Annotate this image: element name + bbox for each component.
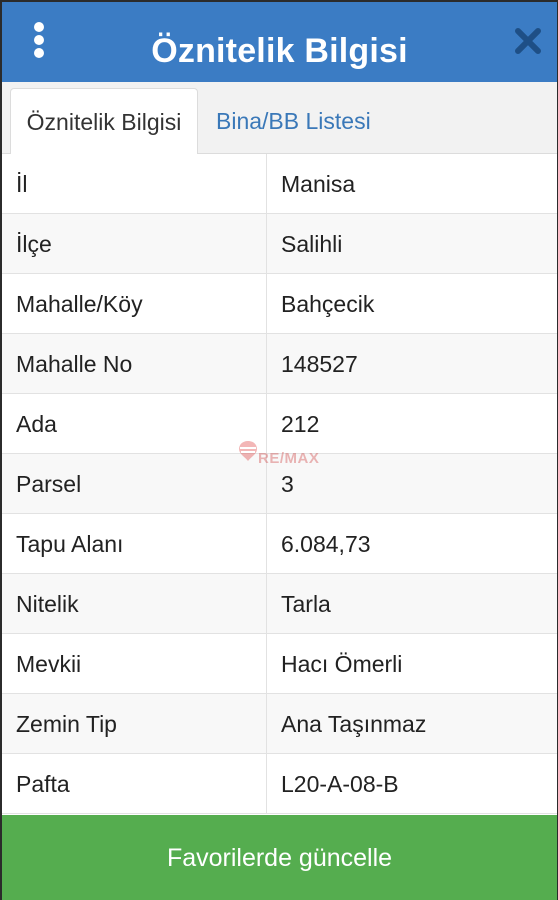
- table-row: Tapu Alanı 6.084,73: [2, 514, 557, 574]
- attribute-value: 148527: [266, 334, 557, 393]
- attribute-value: Hacı Ömerli: [266, 634, 557, 693]
- attribute-value: Tarla: [266, 574, 557, 633]
- attribute-key: İl: [16, 171, 28, 197]
- attribute-key: Mahalle No: [16, 351, 133, 377]
- attribute-key: Ada: [16, 411, 57, 437]
- attribute-value: Manisa: [266, 154, 557, 213]
- attribute-value: 3: [266, 454, 557, 513]
- page-title: Öznitelik Bilgisi: [151, 32, 408, 70]
- attribute-value: Ana Taşınmaz: [266, 694, 557, 753]
- attribute-key: Mevkii: [16, 651, 82, 677]
- attribute-value: 6.084,73: [266, 514, 557, 573]
- table-row: Parsel 3: [2, 454, 557, 514]
- attribute-key: Zemin Tip: [16, 711, 117, 737]
- attribute-panel: Öznitelik Bilgisi Öznitelik Bilgisi Bina…: [2, 2, 557, 900]
- tab-building-list[interactable]: Bina/BB Listesi: [202, 88, 385, 154]
- table-row: İlçe Salihli: [2, 214, 557, 274]
- attribute-key: Nitelik: [16, 591, 79, 617]
- update-favorites-button[interactable]: Favorilerde güncelle: [2, 815, 557, 900]
- table-row: Nitelik Tarla: [2, 574, 557, 634]
- attribute-table: İl Manisa İlçe Salihli Mahalle/Köy Bahçe…: [2, 154, 557, 814]
- table-row: Zemin Tip Ana Taşınmaz: [2, 694, 557, 754]
- attribute-key: Parsel: [16, 471, 82, 497]
- table-row: Mahalle No 148527: [2, 334, 557, 394]
- attribute-value: Salihli: [266, 214, 557, 273]
- attribute-value: Bahçecik: [266, 274, 557, 333]
- attribute-key: Tapu Alanı: [16, 531, 124, 557]
- tab-bar: Öznitelik Bilgisi Bina/BB Listesi: [2, 82, 557, 154]
- attribute-key: Pafta: [16, 771, 70, 797]
- table-row: Mevkii Hacı Ömerli: [2, 634, 557, 694]
- attribute-key: İlçe: [16, 231, 52, 257]
- table-row: Ada 212: [2, 394, 557, 454]
- table-row: Pafta L20-A-08-B: [2, 754, 557, 814]
- close-icon[interactable]: [513, 26, 543, 56]
- table-row: İl Manisa: [2, 154, 557, 214]
- table-row: Mahalle/Köy Bahçecik: [2, 274, 557, 334]
- attribute-value: L20-A-08-B: [266, 754, 557, 813]
- attribute-value: 212: [266, 394, 557, 453]
- title-bar: Öznitelik Bilgisi: [2, 2, 557, 82]
- tab-attribute-info[interactable]: Öznitelik Bilgisi: [10, 88, 198, 154]
- attribute-key: Mahalle/Köy: [16, 291, 143, 317]
